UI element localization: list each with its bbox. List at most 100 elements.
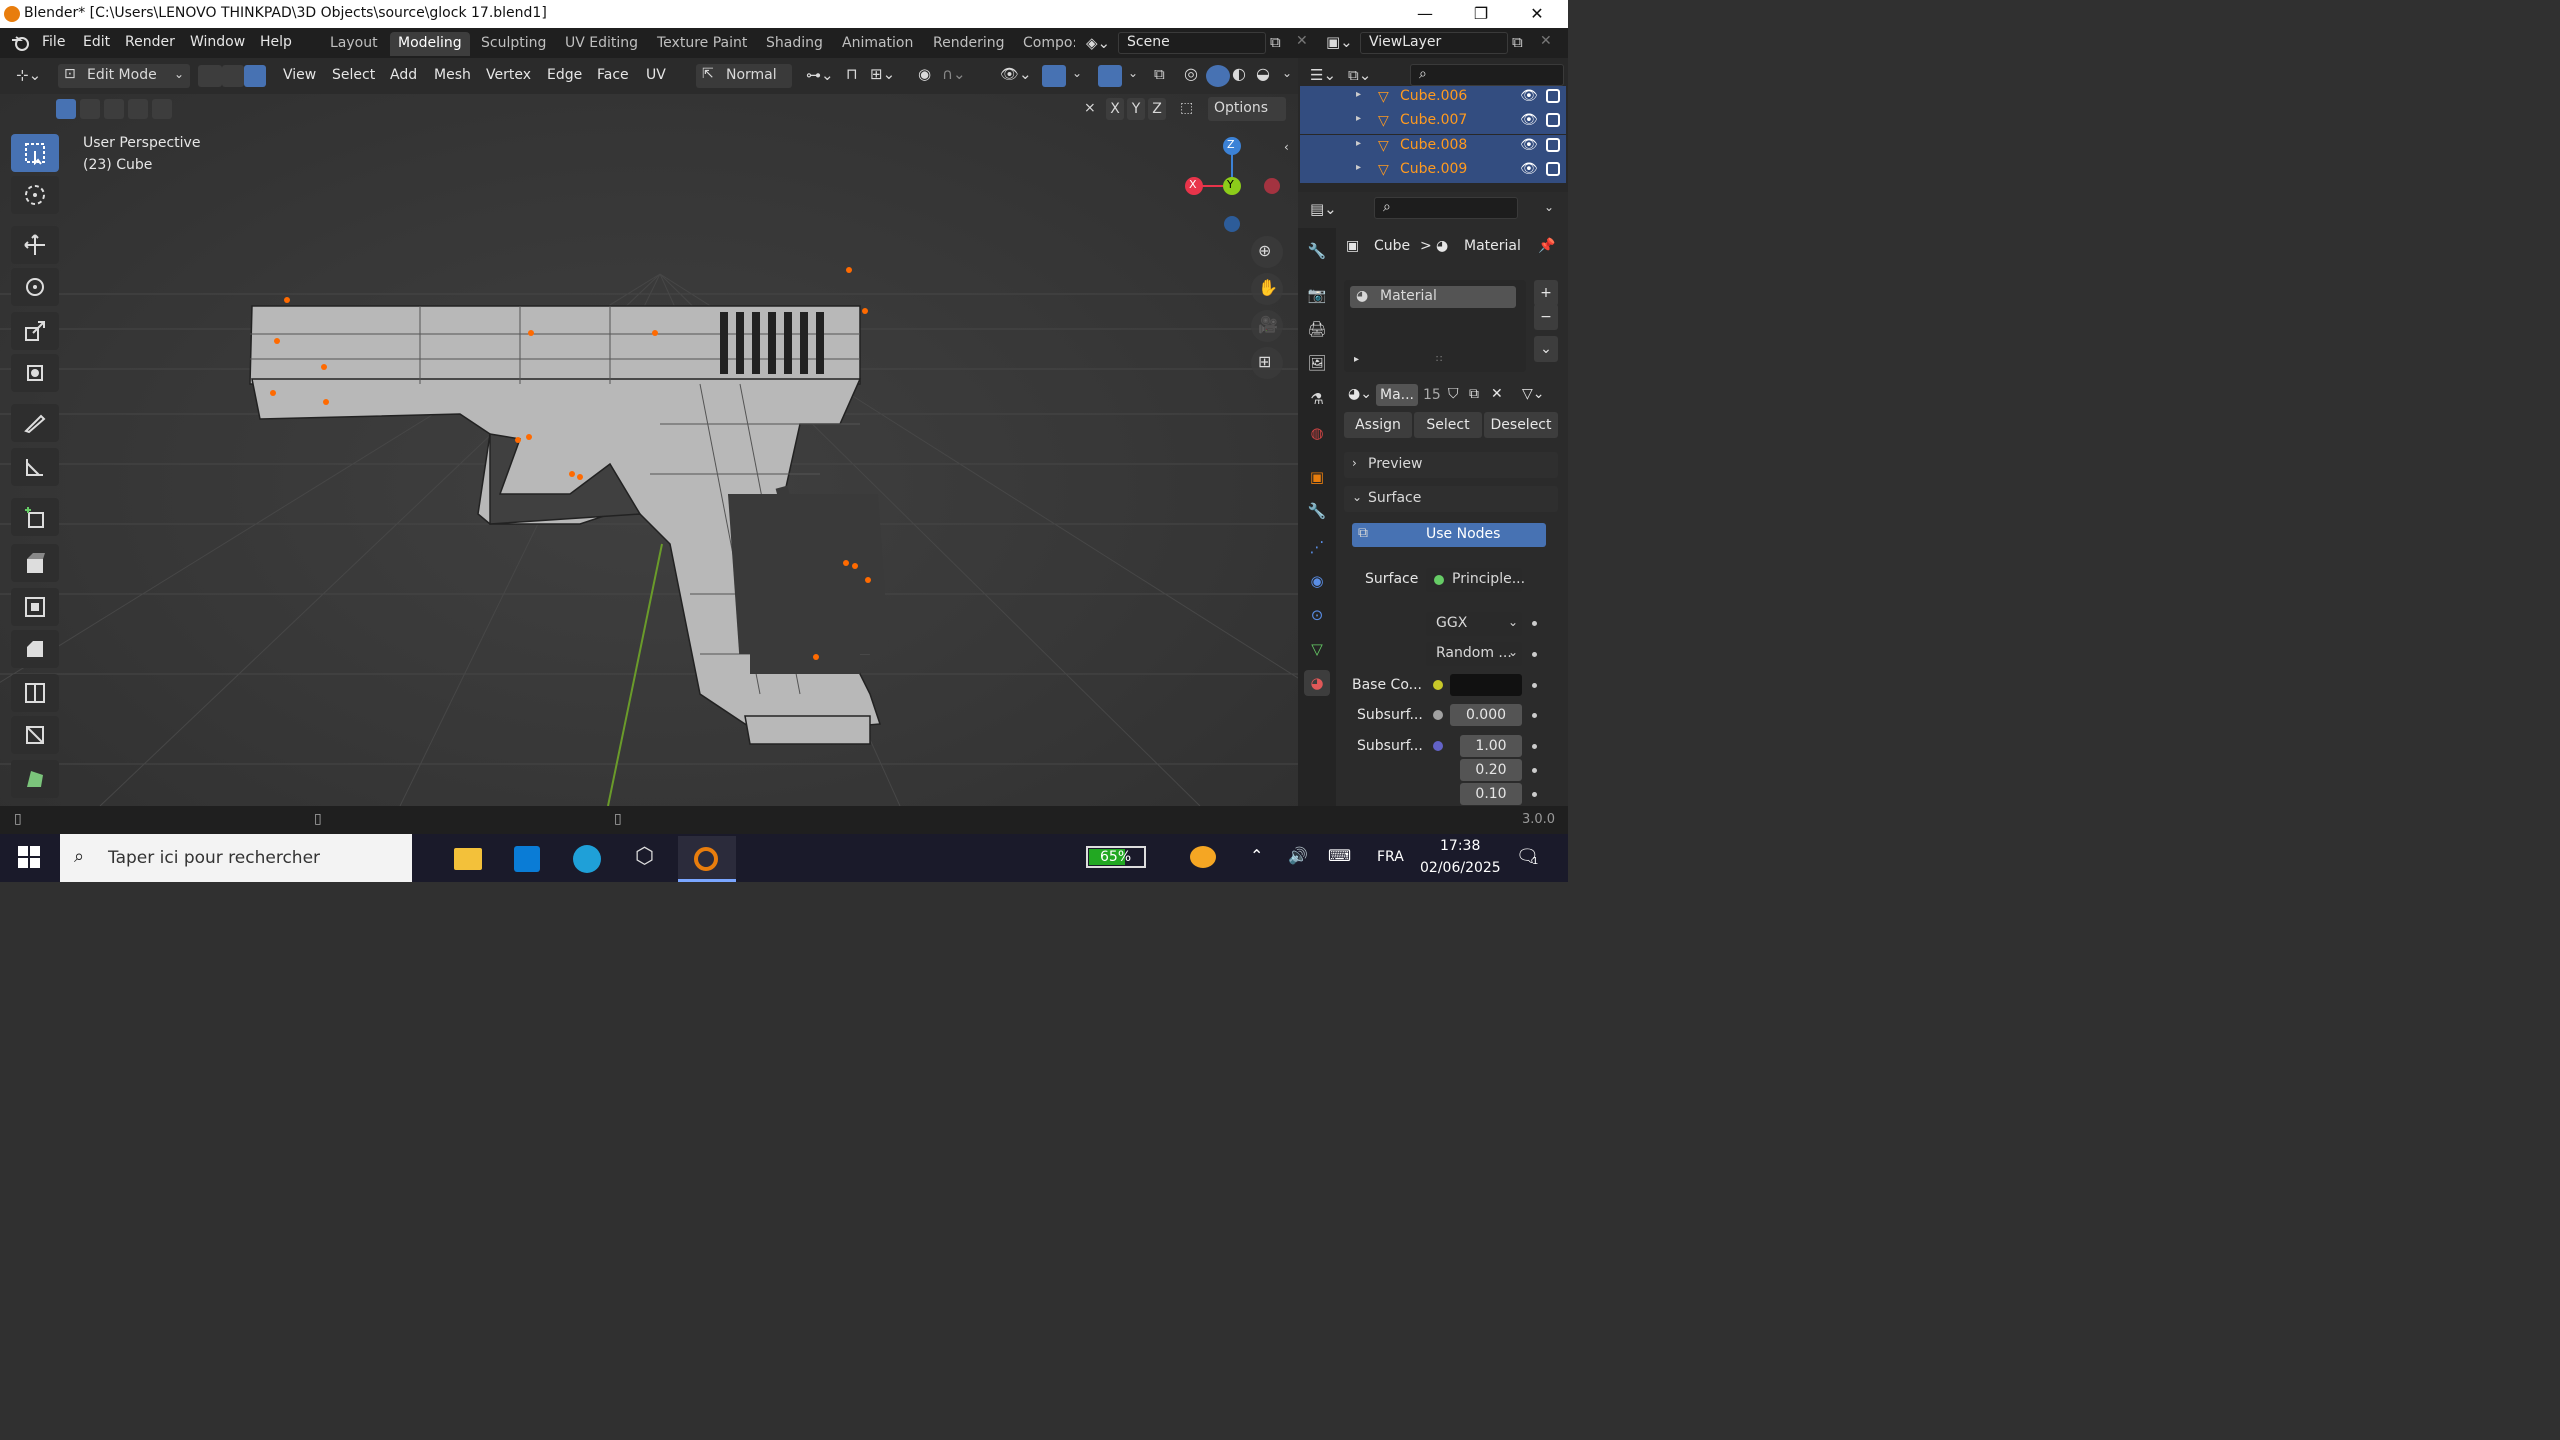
restore-button[interactable]: ❐ [1458,2,1504,26]
data-tab-icon[interactable]: ▽ [1304,636,1330,662]
3d-viewport[interactable]: User Perspective (23) Cube ⨯ X Y Z ⬚ Opt… [0,94,1298,806]
blender-taskbar-icon[interactable] [678,836,736,882]
delete-viewlayer-icon[interactable]: ✕ [1540,33,1552,49]
output-tab-icon[interactable]: 🖨 [1304,316,1330,342]
pan-hand-icon[interactable]: ✋ [1251,273,1283,305]
microsoft-store-icon[interactable] [498,836,556,882]
clock-time[interactable]: 17:38 [1440,838,1480,854]
minimize-button[interactable]: — [1402,2,1448,26]
use-nodes-button[interactable]: ⧉ Use Nodes [1352,523,1546,547]
notification-center-icon[interactable]: 🗨 1 [1516,846,1540,868]
keyboard-icon[interactable]: ⌨ [1328,846,1351,865]
object-tab-icon[interactable]: ▣ [1304,464,1330,490]
outliner-row[interactable]: ▸ ▽ Cube.006 👁 [1300,86,1566,110]
mirror-z-button[interactable]: Z [1148,98,1166,120]
camera-icon[interactable] [1546,162,1560,176]
outliner-row[interactable]: ▸ ▽ Cube.007 👁 [1300,110,1566,134]
distribution-dropdown[interactable]: GGX ⌄ [1426,612,1522,636]
add-slot-button[interactable]: + [1534,280,1558,306]
outliner-row[interactable]: ▸ ▽ Cube.008 👁 [1300,135,1566,159]
subsurface-method-dropdown[interactable]: Random ... ⌄ [1426,642,1522,666]
link-dropdown-icon[interactable]: ▽⌄ [1522,386,1545,402]
mirror-y-button[interactable]: Y [1127,98,1145,120]
outliner-row[interactable]: ▸ ▽ Cube.009 👁 [1300,159,1566,183]
keyframe-dot[interactable] [1532,652,1537,657]
new-viewlayer-icon[interactable]: ⧉ [1512,33,1523,51]
new-scene-icon[interactable]: ⧉ [1270,33,1281,51]
keyframe-dot[interactable] [1532,713,1537,718]
menu-window[interactable]: Window [190,34,245,50]
outliner-search-input[interactable]: ⌕ [1410,64,1564,86]
properties-editor-icon[interactable]: ▤⌄ [1310,200,1337,218]
assign-button[interactable]: Assign [1344,412,1412,438]
subsurface-value-field[interactable]: 0.000 [1450,704,1522,726]
cursor-tool[interactable] [11,176,59,214]
menu-file[interactable]: File [42,34,65,50]
face-select-button[interactable] [244,65,266,87]
transform-tool[interactable] [11,354,59,392]
base-color-swatch[interactable] [1450,674,1522,696]
transform-orientation-dropdown[interactable]: ⇱ Normal [696,64,792,88]
taskbar-search-box[interactable]: ⌕ Taper ici pour rechercher [60,834,412,882]
tab-texture-paint[interactable]: Texture Paint [649,32,755,56]
properties-options-icon[interactable]: ⌄ [1544,200,1554,214]
display-mode-icon[interactable]: ⧉⌄ [1348,66,1371,84]
remove-slot-button[interactable]: − [1534,304,1558,330]
volume-icon[interactable]: 🔊 [1288,846,1308,865]
xray-icon[interactable]: ⧉ [1154,65,1165,83]
camera-icon[interactable] [1546,138,1560,152]
edge-select-button[interactable] [222,65,244,87]
select-box-tool[interactable] [11,134,59,172]
radius-y-field[interactable]: 0.20 [1460,759,1522,781]
surface-shader-dropdown[interactable]: Principle... [1426,568,1525,592]
menu-edit[interactable]: Edit [83,34,110,50]
show-hidden-icons-icon[interactable]: ⌃ [1250,846,1263,865]
shading-chevron-icon[interactable]: ⌄ [1282,66,1292,80]
material-name-field[interactable]: Ma... [1376,384,1418,406]
visibility-icon[interactable]: 👁⌄ [1000,65,1032,83]
select-box-subtract-button[interactable] [104,99,124,119]
zoom-button[interactable]: ⊕ [1251,236,1283,268]
expand-arrow-icon[interactable]: ▸ [1356,89,1361,100]
keyframe-dot[interactable] [1532,768,1537,773]
mode-selector[interactable]: ⊡ Edit Mode ⌄ [58,64,190,88]
tab-uv-editing[interactable]: UV Editing [557,32,646,56]
menu-add[interactable]: Add [390,67,417,83]
gizmo-toggle-button[interactable] [1042,65,1066,87]
overlay-toggle-button[interactable] [1098,65,1122,87]
select-button[interactable]: Select [1414,412,1482,438]
camera-icon[interactable] [1546,113,1560,127]
measure-tool[interactable] [11,448,59,486]
mirror-x-button[interactable]: X [1106,98,1124,120]
close-button[interactable]: ✕ [1514,2,1560,26]
move-tool[interactable] [11,226,59,264]
add-cube-tool[interactable] [11,498,59,536]
world-tab-icon[interactable]: ◍ [1304,420,1330,446]
properties-search-input[interactable]: ⌕ [1374,197,1518,219]
perspective-toggle-icon[interactable]: ⊞ [1251,347,1283,379]
menu-help[interactable]: Help [260,34,292,50]
modifier-tab-icon[interactable]: 🔧 [1304,498,1330,524]
viewlayer-field[interactable]: ViewLayer [1360,32,1508,54]
pivot-point-icon[interactable]: ⊶⌄ [806,66,834,84]
eye-icon[interactable]: 👁 [1520,161,1538,177]
tab-animation[interactable]: Animation [834,32,921,56]
resize-handle-icon[interactable]: ∷ [1436,354,1442,365]
inset-tool[interactable] [11,588,59,626]
expand-arrow-icon[interactable]: ▸ [1354,354,1359,365]
tab-compositing[interactable]: Compo: [1015,32,1075,56]
knife-tool[interactable] [11,716,59,754]
menu-face[interactable]: Face [597,67,629,83]
auto-merge-icon[interactable]: ⬚ [1180,100,1193,116]
fake-user-icon[interactable]: ⛉ [1448,386,1459,402]
gizmo-chevron-icon[interactable]: ⌄ [1072,66,1082,80]
tab-shading[interactable]: Shading [758,32,831,56]
keyframe-dot[interactable] [1532,621,1537,626]
duplicate-material-icon[interactable]: ⧉ [1469,386,1479,402]
menu-vertex[interactable]: Vertex [486,67,531,83]
select-box-extend-button[interactable] [80,99,100,119]
camera-icon[interactable] [1546,89,1560,103]
view-layer-tab-icon[interactable]: 🖼 [1304,350,1330,376]
tab-modeling[interactable]: Modeling [390,32,470,56]
bevel-tool[interactable] [11,630,59,668]
